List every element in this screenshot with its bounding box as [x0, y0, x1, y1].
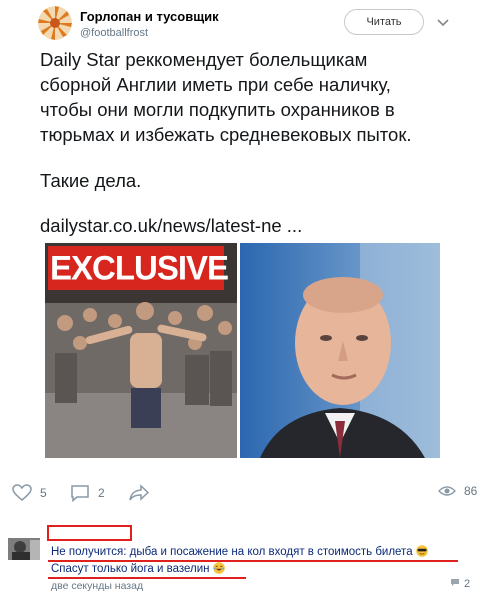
tweet-line: сборной Англии иметь при себе наличку, [40, 74, 391, 95]
follow-button[interactable]: Читать [344, 9, 424, 35]
tweet-line: Daily Star реккомендует болельщикам [40, 49, 368, 70]
tweet-line: Такие дела. [40, 170, 142, 191]
laughing-emoji-icon [212, 562, 225, 574]
tweet-line: чтобы они могли подкупить охранников в [40, 99, 395, 120]
comment-text-line: Спасут только йога и вазелин [51, 562, 225, 575]
commenter-avatar[interactable] [8, 538, 40, 560]
comment-icon [70, 484, 90, 502]
eye-icon [438, 485, 456, 497]
author-avatar[interactable] [38, 6, 72, 40]
heart-icon [12, 484, 32, 502]
comment-button[interactable]: 2 [70, 484, 105, 502]
views-indicator: 86 [438, 484, 477, 498]
like-button[interactable]: 5 [12, 484, 47, 502]
comment-icon [450, 578, 460, 590]
crowd-photo[interactable]: EXCLUSIVE [45, 243, 237, 458]
reply-count-value: 2 [464, 578, 471, 590]
views-count: 86 [464, 484, 478, 498]
share-button[interactable] [128, 484, 150, 502]
comment-text: Не получится: дыба и посажение на кол вх… [51, 546, 413, 558]
comment-timestamp[interactable]: две секунды назад [51, 580, 143, 592]
author-handle[interactable]: @footballfrost [80, 27, 148, 39]
portrait-photo[interactable] [240, 243, 440, 458]
tweet-line: тюрьмах и избежать средневековых пыток. [40, 124, 412, 145]
tweet-link[interactable]: dailystar.co.uk/news/latest-ne ... [40, 215, 302, 237]
action-bar: 5 2 86 [0, 484, 490, 508]
annotation-box [47, 525, 132, 541]
exclusive-badge: EXCLUSIVE [50, 248, 229, 287]
reply-count[interactable]: 2 [450, 578, 470, 590]
sunglasses-emoji-icon [415, 545, 428, 557]
tweet-card: Горлопан и тусовщик @footballfrost Читат… [0, 0, 490, 602]
comment-count: 2 [98, 486, 105, 500]
comment-text-line: Не получится: дыба и посажение на кол вх… [51, 545, 428, 558]
author-name[interactable]: Горлопан и тусовщик [80, 9, 219, 24]
like-count: 5 [40, 486, 47, 500]
share-icon [128, 484, 150, 502]
annotation-underline [48, 577, 246, 579]
chevron-down-icon[interactable] [433, 12, 453, 32]
tweet-text: Daily Star реккомендует болельщикам сбор… [40, 47, 480, 193]
comment-text: Спасут только йога и вазелин [51, 563, 210, 575]
